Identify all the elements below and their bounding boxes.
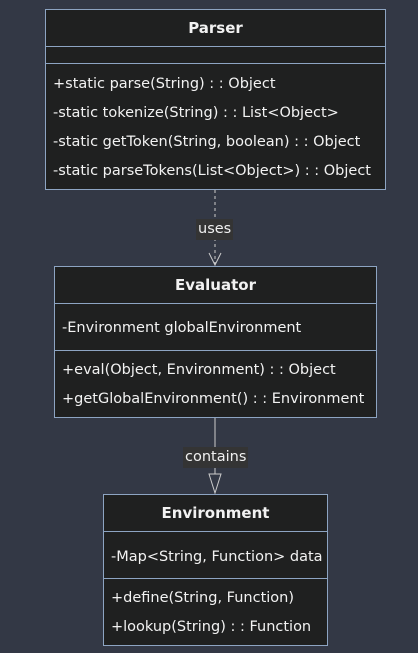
environment-class-name: Environment bbox=[161, 504, 270, 522]
environment-attribute: -Map<String, Function> data bbox=[111, 549, 323, 565]
contains-arrowhead bbox=[208, 473, 222, 495]
uses-label: uses bbox=[196, 219, 234, 240]
evaluator-divider-bottom bbox=[55, 350, 376, 351]
parser-method: +static parse(String) : : Object bbox=[53, 76, 276, 92]
environment-class[interactable]: Environment -Map<String, Function> data … bbox=[103, 494, 328, 646]
evaluator-attribute: -Environment globalEnvironment bbox=[62, 320, 302, 336]
environment-divider-bottom bbox=[104, 578, 327, 579]
parser-method: -static getToken(String, boolean) : : Ob… bbox=[53, 134, 361, 150]
evaluator-method: +getGlobalEnvironment() : : Environment bbox=[62, 391, 365, 407]
environment-method: +lookup(String) : : Function bbox=[111, 619, 312, 635]
evaluator-class-name: Evaluator bbox=[175, 276, 256, 294]
parser-divider-bottom bbox=[46, 63, 385, 64]
evaluator-class[interactable]: Evaluator -Environment globalEnvironment… bbox=[54, 266, 377, 418]
evaluator-method: +eval(Object, Environment) : : Object bbox=[62, 362, 336, 378]
parser-method: -static parseTokens(List<Object>) : : Ob… bbox=[53, 163, 371, 179]
evaluator-divider-top bbox=[55, 303, 376, 304]
parser-attributes bbox=[46, 47, 385, 63]
parser-class-name: Parser bbox=[188, 19, 243, 37]
parser-method: -static tokenize(String) : : List<Object… bbox=[53, 105, 339, 121]
environment-method: +define(String, Function) bbox=[111, 590, 294, 606]
environment-divider-top bbox=[104, 531, 327, 532]
contains-label: contains bbox=[183, 447, 249, 468]
parser-class[interactable]: Parser +static parse(String) : : Object … bbox=[45, 9, 386, 190]
